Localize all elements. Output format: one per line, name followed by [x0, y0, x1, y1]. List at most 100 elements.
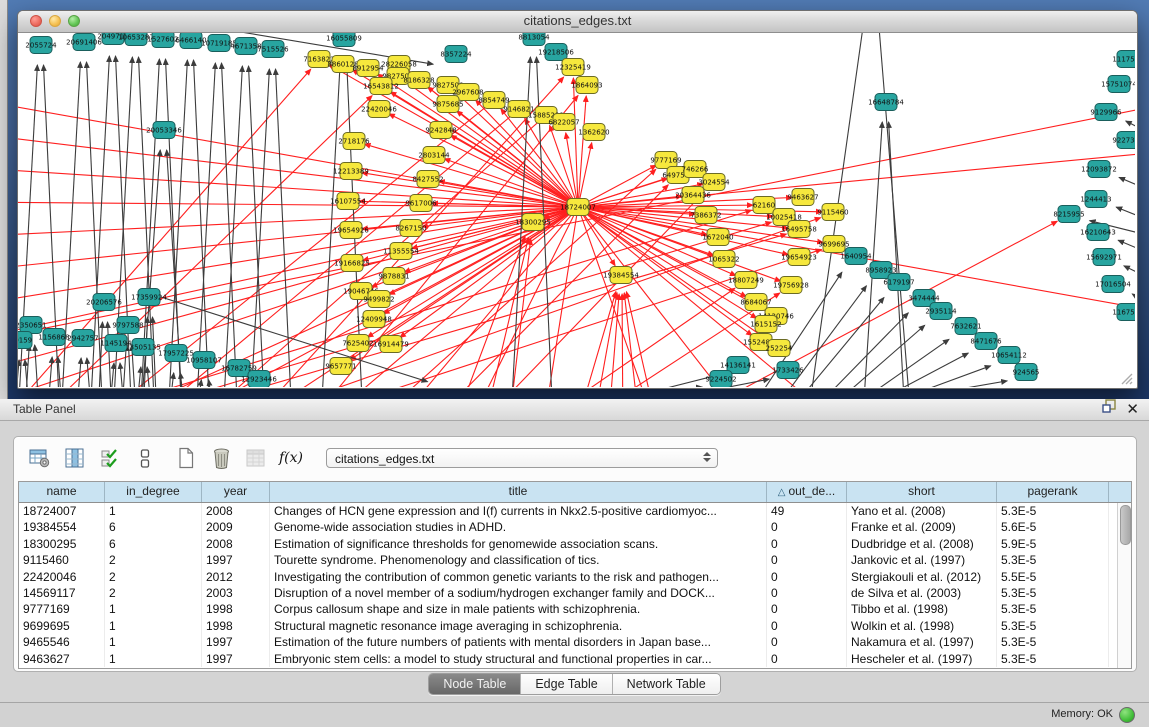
cell-short: Nakamura et al. (1997): [847, 634, 997, 650]
graph-node-label: 9657771: [325, 363, 356, 371]
table-row[interactable]: 911546021997Tourette syndrome. Phenomeno…: [19, 552, 1131, 568]
left-dock-strip: [0, 0, 8, 400]
graph-node-label: 62160: [753, 202, 775, 210]
table-row[interactable]: 1938455462009Genome-wide association stu…: [19, 519, 1131, 535]
new-table-icon[interactable]: [174, 446, 198, 470]
graph-node-label: 7515526: [257, 46, 289, 54]
graph-edge: [138, 367, 141, 387]
table-row[interactable]: 1872400712008Changes of HCN gene express…: [19, 503, 1131, 519]
graph-edge: [222, 63, 237, 387]
network-window-titlebar[interactable]: citations_edges.txt: [18, 11, 1137, 33]
cell-pagerank: 5.3E-5: [997, 634, 1109, 650]
column-header-name[interactable]: name: [19, 482, 105, 502]
cell-out_degree: 0: [767, 601, 847, 617]
vertical-scrollbar[interactable]: [1117, 503, 1131, 668]
graph-node-label: 20053346: [146, 127, 182, 135]
cell-in_degree: 2: [105, 569, 202, 585]
table-panel-header: Table Panel ✕: [0, 399, 1149, 421]
graph-node-label: 1156868: [38, 334, 69, 342]
cell-year: 2012: [202, 569, 270, 585]
graph-node-label: 16648784: [868, 99, 904, 107]
scrollbar-thumb[interactable]: [1120, 505, 1131, 545]
row-height-icon[interactable]: [133, 446, 157, 470]
graph-edge: [171, 373, 174, 387]
graph-edge: [249, 66, 264, 387]
delete-trash-icon[interactable]: [209, 446, 233, 470]
graph-node-label: 9224502: [705, 376, 736, 384]
dropdown-value: citations_edges.txt: [335, 452, 434, 466]
show-columns-icon[interactable]: [63, 446, 87, 470]
graph-node-label: 1167534: [1112, 309, 1135, 317]
graph-node-label: 14136141: [720, 362, 756, 370]
table-row[interactable]: 946362711997Embryonic stem cells: a mode…: [19, 651, 1131, 667]
cell-out_degree: 49: [767, 503, 847, 519]
column-header-year[interactable]: year: [202, 482, 270, 502]
column-header-title[interactable]: title: [270, 482, 767, 502]
table-row[interactable]: 946554611997Estimation of the future num…: [19, 634, 1131, 650]
cell-title: Estimation of the future numbers of pati…: [270, 634, 767, 650]
cell-out_degree: 0: [767, 651, 847, 667]
graph-edge: [147, 367, 150, 387]
function-builder-icon[interactable]: f(x): [279, 446, 303, 470]
table-row[interactable]: 2242004622012Investigating the contribut…: [19, 569, 1131, 585]
cell-out_degree: 0: [767, 618, 847, 634]
cell-short: de Silva et al. (2003): [847, 585, 997, 601]
close-panel-icon[interactable]: ✕: [1126, 402, 1139, 417]
graph-edge: [846, 325, 925, 387]
table-settings-icon[interactable]: [28, 446, 52, 470]
graph-node-label: 9875685: [432, 101, 463, 109]
table-row[interactable]: 1456911722003Disruption of a novel membe…: [19, 585, 1131, 601]
table-row[interactable]: 969969511998Structural magnetic resonanc…: [19, 618, 1131, 634]
table-select-dropdown[interactable]: citations_edges.txt: [326, 448, 718, 468]
close-traffic-light-button[interactable]: [30, 15, 42, 27]
graph-node-label: 11355554: [383, 248, 419, 256]
minimize-traffic-light-button[interactable]: [49, 15, 61, 27]
select-rows-icon[interactable]: [98, 446, 122, 470]
graph-node-label: 7386372: [690, 212, 721, 220]
cell-title: Genome-wide association studies in ADHD.: [270, 519, 767, 535]
cell-year: 1997: [202, 552, 270, 568]
graph-node-label: 1527602: [147, 36, 178, 44]
graph-edge: [87, 358, 90, 387]
resize-grip-icon[interactable]: [1119, 371, 1133, 385]
table-row[interactable]: 977716911998Corpus callosum shape and si…: [19, 601, 1131, 617]
table-header-row: namein_degreeyeartitle△out_de...shortpag…: [19, 482, 1131, 503]
table-body: 1872400712008Changes of HCN gene express…: [19, 503, 1131, 667]
cell-short: Tibbo et al. (1998): [847, 601, 997, 617]
graph-node-label: 16914479: [373, 341, 409, 349]
cell-out_degree: 0: [767, 585, 847, 601]
column-header-pagerank[interactable]: pagerank: [997, 482, 1109, 502]
cell-name: 9115460: [19, 552, 105, 568]
graph-edge: [18, 207, 578, 237]
table-row[interactable]: 1830029562008Estimation of significance …: [19, 536, 1131, 552]
tab-edge-table[interactable]: Edge Table: [521, 674, 612, 694]
graph-node-label: 15751074: [1101, 81, 1135, 89]
tab-network-table[interactable]: Network Table: [613, 674, 720, 694]
column-header-out_degree[interactable]: △out_de...: [767, 482, 847, 502]
graph-node-label: 19384554: [603, 272, 639, 280]
graph-node-label: 16210643: [1080, 229, 1116, 237]
zoom-traffic-light-button[interactable]: [68, 15, 80, 27]
graph-node-label: 18300295: [515, 219, 551, 227]
graph-edge: [871, 339, 949, 387]
cell-in_degree: 6: [105, 536, 202, 552]
column-header-short[interactable]: short: [847, 482, 997, 502]
graph-edge: [111, 363, 114, 387]
network-canvas[interactable]: 2055724206914062049719106532871527602646…: [18, 33, 1135, 387]
cell-name: 9777169: [19, 601, 105, 617]
graph-edge: [622, 294, 623, 387]
delete-table-icon[interactable]: [244, 446, 268, 470]
column-header-in_degree[interactable]: in_degree: [105, 482, 202, 502]
graph-node-label: 8854749: [478, 97, 509, 105]
graph-node-label: 9699695: [818, 241, 849, 249]
float-window-icon[interactable]: [1102, 399, 1117, 420]
cell-in_degree: 1: [105, 618, 202, 634]
graph-node-label: 3024554: [698, 179, 730, 187]
graph-node-label: 16107554: [330, 198, 366, 206]
graph-node-label: 8684067: [740, 299, 771, 307]
graph-edge: [120, 363, 123, 387]
graph-node-label: 8357224: [440, 51, 472, 59]
graph-node-label: 2718176: [338, 138, 370, 146]
tab-node-table[interactable]: Node Table: [429, 674, 521, 694]
cell-year: 2008: [202, 536, 270, 552]
